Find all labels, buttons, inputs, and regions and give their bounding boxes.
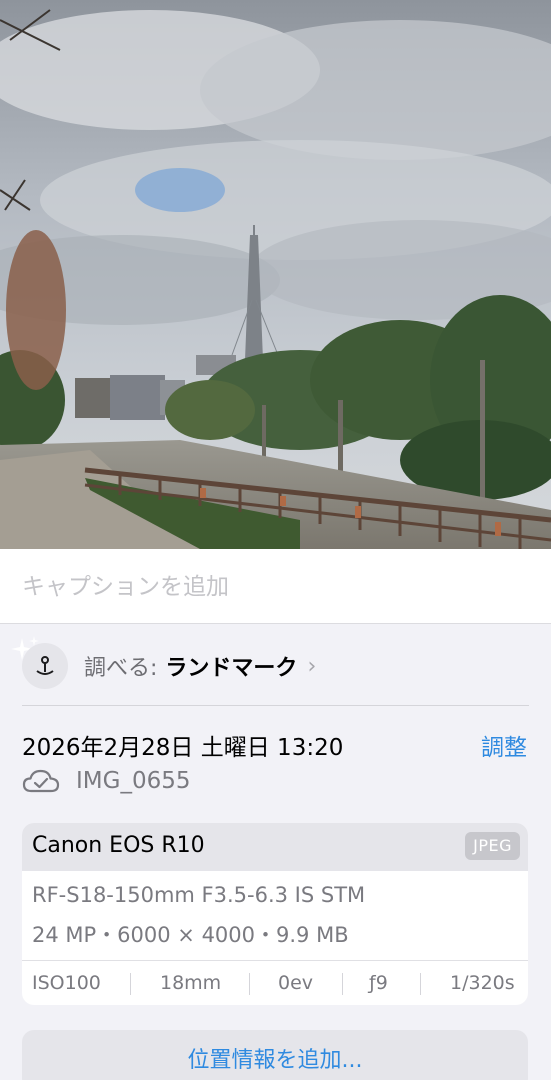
exif-iso: ISO100 bbox=[32, 972, 101, 994]
format-badge: JPEG bbox=[465, 832, 520, 860]
camera-model: Canon EOS R10 bbox=[32, 833, 205, 858]
lookup-value: ランドマーク bbox=[165, 656, 298, 681]
exif-shutter-speed: 1/320s bbox=[450, 972, 515, 994]
exif-separator bbox=[249, 973, 250, 995]
camera-card-header: Canon EOS R10 JPEG bbox=[22, 823, 528, 871]
landmark-pin-icon bbox=[22, 643, 68, 689]
caption-input[interactable] bbox=[22, 569, 522, 605]
photo-image[interactable] bbox=[0, 0, 551, 549]
camera-info-card: Canon EOS R10 JPEG RF-S18-150mm F3.5-6.3… bbox=[22, 823, 528, 1005]
exif-focal-length: 18mm bbox=[160, 972, 222, 994]
info-panel: 調べる: ランドマーク › 2026年2月28日 土曜日 13:20 調整 IM… bbox=[0, 624, 551, 1080]
add-location-label: 位置情報を追加... bbox=[187, 1048, 363, 1073]
file-row: IMG_0655 bbox=[22, 768, 190, 794]
image-specs: 24 MP・6000 × 4000・9.9 MB bbox=[32, 923, 349, 947]
chevron-right-icon: › bbox=[307, 653, 317, 679]
lens-info: RF-S18-150mm F3.5-6.3 IS STM bbox=[32, 883, 366, 907]
exif-exposure-bias: 0ev bbox=[278, 972, 314, 994]
exif-separator bbox=[420, 973, 421, 995]
exif-row: ISO100 18mm 0ev ƒ9 1/320s bbox=[22, 960, 528, 1005]
exif-aperture: ƒ9 bbox=[369, 972, 388, 994]
lookup-prefix: 調べる: bbox=[84, 656, 158, 681]
add-location-button[interactable]: 位置情報を追加... bbox=[22, 1030, 528, 1080]
caption-area bbox=[0, 549, 551, 624]
icloud-icon bbox=[22, 769, 60, 793]
divider bbox=[22, 705, 529, 706]
lookup-landmark-row[interactable]: 調べる: ランドマーク › bbox=[22, 642, 502, 690]
file-name: IMG_0655 bbox=[76, 768, 191, 794]
capture-datetime: 2026年2月28日 土曜日 13:20 bbox=[22, 735, 344, 761]
exif-separator bbox=[342, 973, 343, 995]
photo-info-screen: 調べる: ランドマーク › 2026年2月28日 土曜日 13:20 調整 IM… bbox=[0, 0, 551, 1080]
adjust-datetime-button[interactable]: 調整 bbox=[481, 728, 527, 762]
exif-separator bbox=[130, 973, 131, 995]
